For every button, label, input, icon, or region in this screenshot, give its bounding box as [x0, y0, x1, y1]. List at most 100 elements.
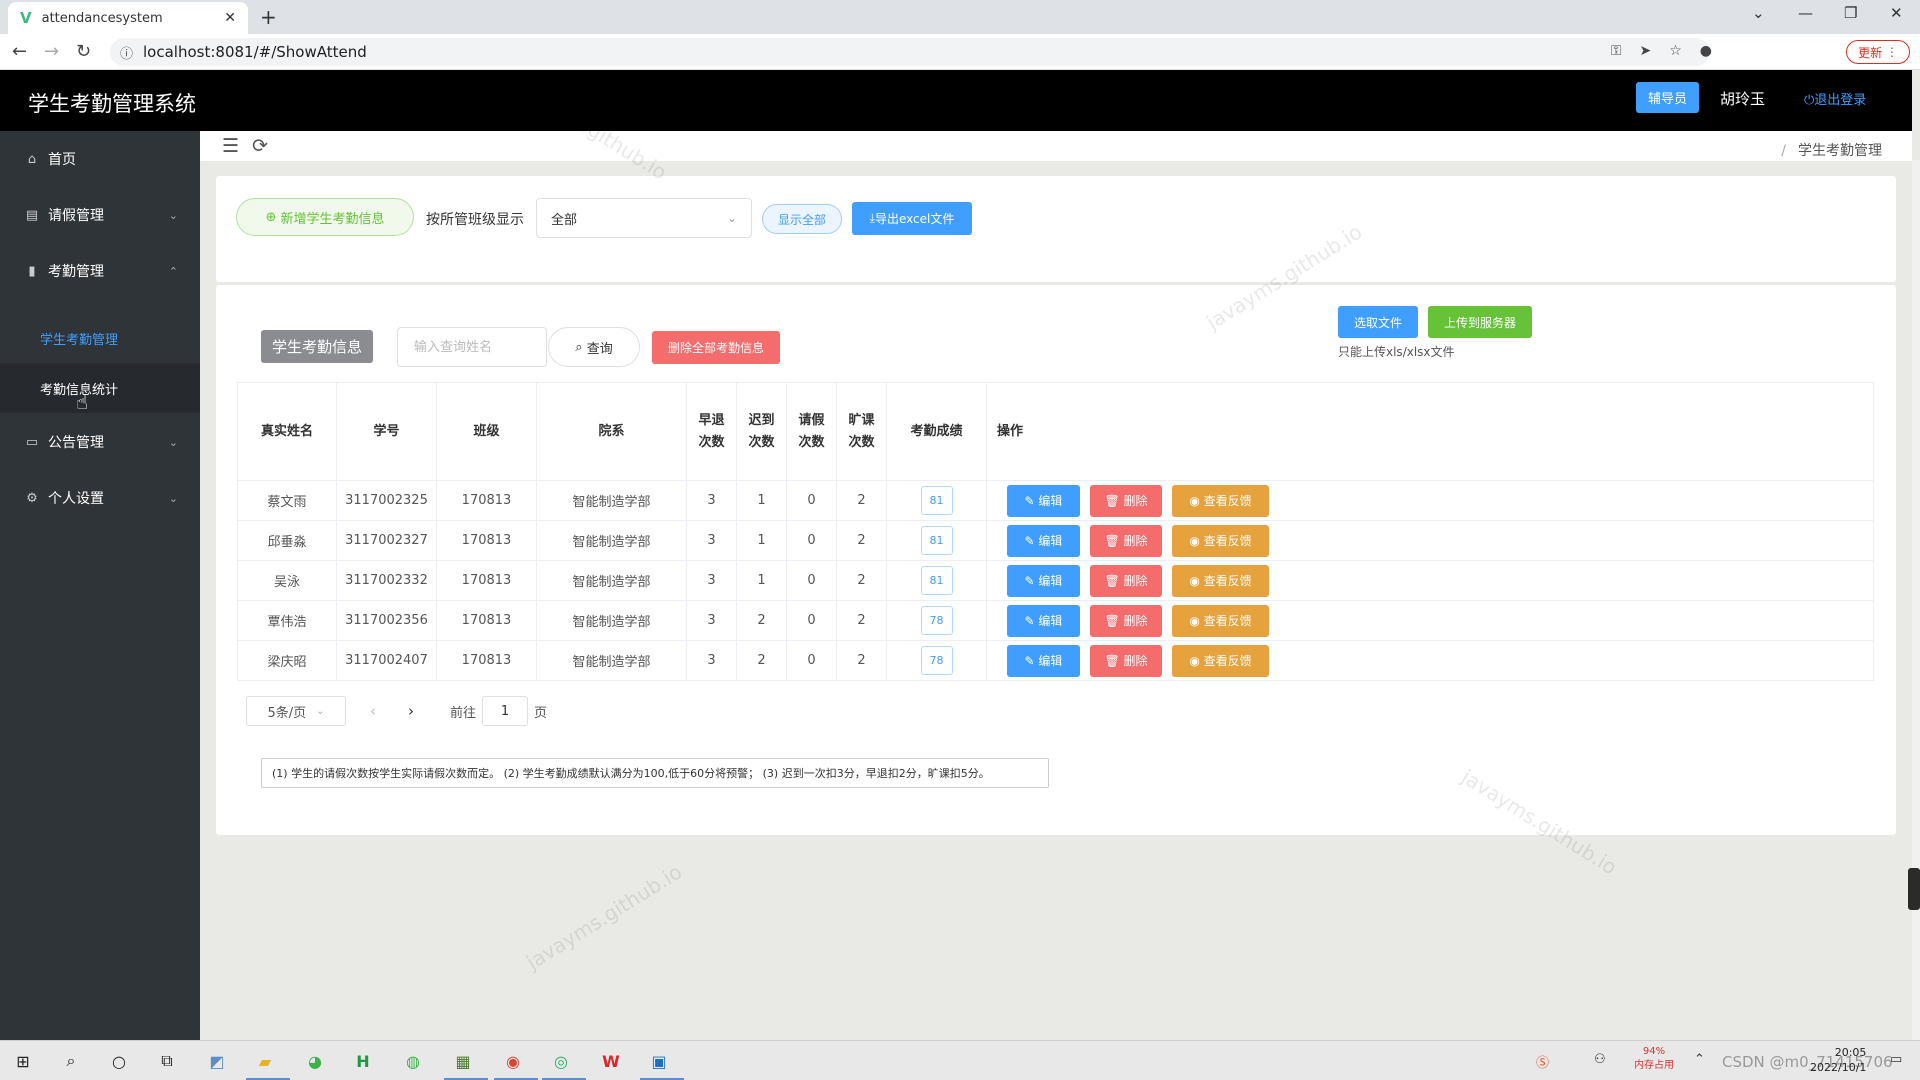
breadcrumb: / 学生考勤管理 [1781, 143, 1882, 159]
send-icon[interactable]: ➤ [1639, 43, 1651, 59]
cell-score: 78 [887, 641, 987, 680]
people-icon[interactable]: ⚇ [1594, 1052, 1606, 1067]
sidebar-item-settings[interactable]: ⚙ 个人设置 ⌄ [0, 470, 200, 526]
delete-button[interactable]: 🗑 删除 [1090, 564, 1162, 597]
cell-name: 邱垂淼 [237, 521, 337, 560]
key-icon[interactable]: ⚿ [1611, 43, 1622, 59]
pagination: 5条/页 ⌄ ‹ › 前往 页 [246, 696, 547, 726]
delete-button[interactable]: 🗑 删除 [1090, 484, 1162, 517]
sidebar-item-label: 公告管理 [48, 435, 104, 451]
add-attendance-button[interactable]: ⊕ 新增学生考勤信息 [236, 198, 414, 236]
role-button[interactable]: 辅导员 [1636, 82, 1699, 113]
back-icon[interactable]: ← [12, 41, 27, 62]
star-icon[interactable]: ☆ [1669, 43, 1682, 59]
reload-icon[interactable]: ↻ [76, 41, 91, 62]
task-view-icon[interactable]: ⧉ [154, 1049, 180, 1073]
upload-button[interactable]: 上传到服务器 [1428, 306, 1532, 338]
hbuilder-icon[interactable]: H [350, 1049, 376, 1073]
sidebar-item-home[interactable]: ⌂ 首页 [0, 131, 200, 187]
plus-circle-icon: ⊕ [265, 209, 281, 225]
chevron-up-icon[interactable]: ⌃ [1694, 1052, 1705, 1067]
sidebar-item-notice[interactable]: ▭ 公告管理 ⌄ [0, 414, 200, 470]
trash-icon: 🗑 [1104, 613, 1124, 628]
memory-usage[interactable]: 94% 内存占用 [1634, 1045, 1674, 1073]
restore-icon[interactable]: ❐ [1844, 4, 1857, 22]
edit-button[interactable]: ✎ 编辑 [1007, 564, 1080, 597]
page-unit-label: 页 [534, 705, 548, 721]
new-tab-icon[interactable]: + [260, 5, 277, 29]
rules-note: (1) 学生的请假次数按学生实际请假次数而定。 (2) 学生考勤成绩默认满分为1… [261, 758, 1049, 788]
view-feedback-button[interactable]: ◉ 查看反馈 [1172, 564, 1269, 597]
menu-toggle-icon[interactable]: ☰ [222, 135, 239, 157]
edit-icon: ✎ [1024, 533, 1039, 548]
edit-button[interactable]: ✎ 编辑 [1007, 524, 1080, 557]
app-icon[interactable]: ◕ [302, 1049, 328, 1073]
site-info-icon[interactable]: ⓘ [120, 43, 133, 62]
class-filter-select[interactable]: 全部 ⌄ [536, 198, 752, 238]
scrollbar-thumb[interactable] [1908, 868, 1920, 910]
app-icon[interactable]: ◍ [400, 1049, 426, 1073]
delete-all-button[interactable]: 删除全部考勤信息 [652, 331, 780, 364]
username: 胡玲玉 [1720, 90, 1766, 108]
search-icon[interactable]: ⌕ [58, 1049, 84, 1073]
page-size-select[interactable]: 5条/页 ⌄ [246, 696, 346, 726]
view-feedback-button[interactable]: ◉ 查看反馈 [1172, 644, 1269, 677]
document-icon: ▤ [25, 207, 39, 223]
trash-icon: 🗑 [1104, 653, 1124, 668]
cell-score: 78 [887, 601, 987, 640]
chevron-down-icon: ⌄ [168, 435, 178, 449]
edit-button[interactable]: ✎ 编辑 [1007, 644, 1080, 677]
cell-late: 1 [737, 521, 787, 560]
browser-tab[interactable]: V attendancesystem ✕ [8, 2, 248, 34]
close-icon[interactable]: ✕ [224, 10, 236, 26]
refresh-icon[interactable]: ⟳ [252, 135, 268, 157]
eye-icon: ◉ [1189, 653, 1204, 668]
minimize-icon[interactable]: — [1798, 4, 1813, 22]
view-feedback-button[interactable]: ◉ 查看反馈 [1172, 484, 1269, 517]
wps-icon[interactable]: W [598, 1049, 624, 1073]
notification-icon[interactable]: ▭ [1890, 1052, 1902, 1067]
select-file-button[interactable]: 选取文件 [1338, 306, 1418, 338]
delete-button[interactable]: 🗑 删除 [1090, 644, 1162, 677]
profile-icon[interactable]: ● [1700, 43, 1712, 59]
table-row: 覃伟浩 3117002356 170813 智能制造学部 3 2 0 2 78 ✎ 编辑 🗑 删除 ◉… [237, 601, 1874, 641]
sidebar-item-attendance[interactable]: ▮ 考勤管理 ⌃ [0, 243, 200, 299]
windows-start-icon[interactable]: ⊞ [10, 1049, 36, 1073]
wechat-icon[interactable]: ◎ [548, 1049, 574, 1073]
app-icon[interactable]: ◩ [204, 1049, 230, 1073]
query-button[interactable]: ⌕ 查询 [548, 327, 640, 367]
view-feedback-button[interactable]: ◉ 查看反馈 [1172, 604, 1269, 637]
cell-leave: 0 [787, 481, 837, 520]
edit-icon: ✎ [1024, 613, 1039, 628]
forward-icon[interactable]: → [44, 41, 59, 62]
window-close-icon[interactable]: ✕ [1890, 4, 1903, 22]
tab-search-icon[interactable]: ⌄ [1752, 4, 1765, 22]
chrome-icon[interactable]: ◉ [500, 1049, 526, 1073]
cell-name: 吴泳 [237, 561, 337, 600]
omnibox-actions: ⚿ ➤ ☆ ● [1611, 43, 1712, 59]
meeting-icon[interactable]: ▣ [646, 1049, 672, 1073]
show-all-button[interactable]: 显示全部 [762, 204, 842, 234]
file-explorer-icon[interactable]: ▰ [252, 1049, 278, 1073]
search-input[interactable] [397, 327, 547, 367]
cortana-icon[interactable]: ○ [106, 1049, 132, 1073]
address-bar[interactable]: ⓘ localhost:8081/#/ShowAttend [110, 38, 1710, 66]
sidebar-subitem-student-attendance[interactable]: 学生考勤管理 [0, 313, 200, 363]
prev-page-icon[interactable]: ‹ [370, 702, 376, 720]
edit-button[interactable]: ✎ 编辑 [1007, 604, 1080, 637]
system-clock[interactable]: 20:05 2022/10/1 [1810, 1045, 1866, 1075]
delete-button[interactable]: 🗑 删除 [1090, 524, 1162, 557]
page-number-input[interactable] [482, 696, 529, 726]
sidebar-item-leave[interactable]: ▤ 请假管理 ⌄ [0, 187, 200, 243]
export-excel-button[interactable]: ⤓ 导出excel文件 [852, 202, 972, 235]
edit-button[interactable]: ✎ 编辑 [1007, 484, 1080, 517]
sidebar-subitem-statistics[interactable]: 考勤信息统计 [0, 363, 200, 413]
tray-app-icon[interactable]: Ⓢ [1536, 1052, 1549, 1071]
goto-label: 前往 [450, 705, 477, 721]
delete-button[interactable]: 🗑 删除 [1090, 604, 1162, 637]
notepad-icon[interactable]: ▦ [450, 1049, 476, 1073]
next-page-icon[interactable]: › [408, 702, 414, 720]
view-feedback-button[interactable]: ◉ 查看反馈 [1172, 524, 1269, 557]
logout-link[interactable]: ⏻退出登录 [1804, 89, 1866, 108]
update-button[interactable]: 更新 ⋮ [1846, 40, 1910, 64]
